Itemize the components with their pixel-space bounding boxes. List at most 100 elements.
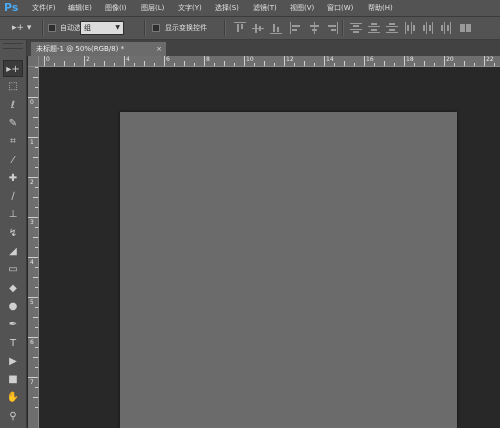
ruler-minor-tick (384, 61, 385, 66)
eyedropper-icon[interactable]: ⁄ (3, 152, 23, 169)
horizontal-ruler[interactable]: 0 2 4 6 8 10 12 14 16 18 20 22 (39, 56, 500, 67)
menu-image[interactable]: 图像(I) (105, 0, 127, 17)
document-canvas[interactable] (120, 112, 457, 428)
ruler-origin[interactable] (28, 56, 39, 67)
healing-brush-icon[interactable]: ✚ (3, 170, 23, 187)
ruler-minor-tick (35, 207, 38, 208)
ruler-label: 20 (446, 56, 454, 63)
close-icon[interactable]: × (156, 42, 162, 56)
hand-icon[interactable]: ✋ (3, 389, 23, 406)
quick-select-icon[interactable]: ✎ (3, 115, 23, 132)
ruler-label: 6 (30, 339, 34, 346)
ruler-minor-tick (54, 63, 55, 66)
ruler-label: 8 (206, 56, 210, 63)
tool-preset-picker[interactable]: ▸+ ▾ (12, 21, 38, 35)
ruler-minor-tick (35, 87, 38, 88)
type-icon[interactable]: T (3, 335, 23, 352)
panel-grip[interactable] (3, 43, 23, 49)
ruler-minor-tick (414, 63, 415, 66)
distribute-hcenter-icon[interactable] (422, 22, 434, 34)
blur-icon[interactable]: ◆ (3, 280, 23, 297)
marquee-icon[interactable]: ⬚ (3, 78, 23, 95)
distribute-bottom-icon[interactable] (386, 22, 398, 34)
document-tab[interactable]: 未标题-1 @ 50%(RGB/8) * × (31, 42, 166, 56)
auto-select-checkbox[interactable] (48, 24, 56, 32)
ruler-minor-tick (354, 63, 355, 66)
auto-align-layers-icon[interactable] (460, 22, 472, 34)
ruler-tick (28, 257, 38, 258)
pen-icon[interactable]: ✒ (3, 316, 23, 333)
menu-view[interactable]: 视图(V) (290, 0, 314, 17)
ruler-minor-tick (274, 63, 275, 66)
ruler-label: 4 (126, 56, 130, 63)
align-bottom-icon[interactable] (270, 22, 282, 34)
ruler-label: 7 (30, 379, 34, 386)
ruler-minor-tick (33, 397, 38, 398)
crop-icon[interactable]: ⌗ (3, 133, 23, 150)
menu-file[interactable]: 文件(F) (32, 0, 56, 17)
ruler-minor-tick (35, 327, 38, 328)
zoom-icon[interactable]: ⚲ (3, 408, 23, 425)
ruler-minor-tick (184, 61, 185, 66)
align-hcenter-icon[interactable] (308, 22, 320, 34)
ruler-minor-tick (304, 61, 305, 66)
align-left-icon[interactable] (290, 22, 302, 34)
ruler-tick (404, 56, 405, 66)
menu-layer[interactable]: 图层(L) (141, 0, 164, 17)
align-top-icon[interactable] (234, 22, 246, 34)
ruler-tick (364, 56, 365, 66)
ruler-tick (484, 56, 485, 66)
ruler-tick (28, 97, 38, 98)
auto-select-value: 组 (84, 24, 91, 32)
ruler-minor-tick (344, 61, 345, 66)
ruler-label: 0 (30, 99, 34, 106)
menu-help[interactable]: 帮助(H) (368, 0, 393, 17)
ruler-minor-tick (494, 63, 495, 66)
lasso-icon[interactable]: ℓ (3, 97, 23, 114)
ruler-minor-tick (234, 63, 235, 66)
ruler-tick (444, 56, 445, 66)
ruler-tick (28, 377, 38, 378)
ruler-label: 5 (30, 299, 34, 306)
options-divider (42, 20, 44, 36)
ruler-minor-tick (104, 61, 105, 66)
distribute-right-icon[interactable] (440, 22, 452, 34)
ruler-minor-tick (33, 277, 38, 278)
clone-stamp-icon[interactable]: ⊥ (3, 206, 23, 223)
menu-type[interactable]: 文字(Y) (178, 0, 202, 17)
move-icon[interactable]: ▸+ (3, 60, 23, 77)
ruler-minor-tick (35, 267, 38, 268)
ruler-label: 10 (246, 56, 254, 63)
distribute-left-icon[interactable] (404, 22, 416, 34)
auto-select-dropdown[interactable]: 组 ▼ (80, 21, 124, 35)
eraser-icon[interactable]: ◢ (3, 243, 23, 260)
menu-edit[interactable]: 编辑(E) (68, 0, 92, 17)
brush-icon[interactable]: ∕ (3, 188, 23, 205)
gradient-icon[interactable]: ▭ (3, 261, 23, 278)
ruler-tick (164, 56, 165, 66)
align-right-icon[interactable] (326, 22, 338, 34)
dodge-icon[interactable]: ● (3, 298, 23, 315)
path-select-icon[interactable]: ▶ (3, 353, 23, 370)
chevron-down-icon: ▼ (115, 24, 120, 31)
ruler-minor-tick (144, 61, 145, 66)
document-tab-title: 未标题-1 @ 50%(RGB/8) * (36, 45, 125, 53)
vertical-ruler[interactable]: 201234567 (28, 67, 39, 428)
ruler-label: 18 (406, 56, 414, 63)
ruler-minor-tick (35, 167, 38, 168)
ruler-minor-tick (35, 287, 38, 288)
shape-icon[interactable]: ■ (3, 371, 23, 388)
ruler-minor-tick (194, 63, 195, 66)
menu-filter[interactable]: 滤镜(T) (253, 0, 277, 17)
history-brush-icon[interactable]: ↯ (3, 225, 23, 242)
ruler-minor-tick (35, 227, 38, 228)
ruler-label: 6 (166, 56, 170, 63)
distribute-vcenter-icon[interactable] (368, 22, 380, 34)
ruler-minor-tick (35, 407, 38, 408)
show-transform-checkbox[interactable] (152, 24, 160, 32)
ruler-tick (284, 56, 285, 66)
menu-select[interactable]: 选择(S) (215, 0, 239, 17)
distribute-top-icon[interactable] (350, 22, 362, 34)
align-vcenter-icon[interactable] (252, 22, 264, 34)
menu-window[interactable]: 窗口(W) (327, 0, 353, 17)
